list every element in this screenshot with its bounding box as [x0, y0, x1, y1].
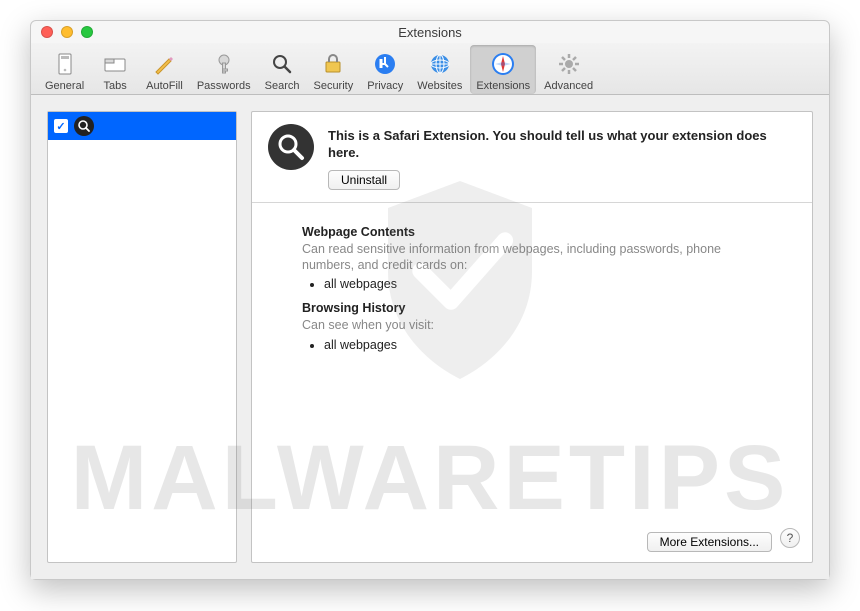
passwords-icon [209, 49, 239, 79]
tab-label: Tabs [104, 80, 127, 92]
tab-advanced[interactable]: Advanced [538, 45, 599, 94]
security-icon [318, 49, 348, 79]
advanced-icon [554, 49, 584, 79]
preferences-window: Extensions General Tabs AutoFill Passwor… [30, 20, 830, 580]
titlebar: Extensions [31, 21, 829, 43]
tab-label: Search [265, 80, 300, 92]
detail-footer: More Extensions... ? [647, 524, 800, 552]
extension-list-item[interactable]: ✓ [48, 112, 236, 140]
tab-label: Privacy [367, 80, 403, 92]
browsing-history-subtext: Can see when you visit: [302, 317, 762, 333]
webpage-contents-heading: Webpage Contents [302, 225, 762, 239]
tab-label: Security [313, 80, 353, 92]
zoom-icon[interactable] [81, 26, 93, 38]
tab-label: Advanced [544, 80, 593, 92]
preferences-toolbar: General Tabs AutoFill Passwords Search [31, 43, 829, 95]
extensions-sidebar: ✓ [47, 111, 237, 563]
window-title: Extensions [31, 25, 829, 40]
content-area: ✓ This is a Safari Extension. You should… [31, 95, 829, 579]
browsing-history-heading: Browsing History [302, 301, 762, 315]
permission-item: all webpages [324, 277, 762, 291]
general-icon [50, 49, 80, 79]
tab-privacy[interactable]: Privacy [361, 45, 409, 94]
tab-autofill[interactable]: AutoFill [140, 45, 189, 94]
extension-description: This is a Safari Extension. You should t… [328, 128, 796, 162]
detail-header: This is a Safari Extension. You should t… [252, 112, 812, 203]
tab-tabs[interactable]: Tabs [92, 45, 138, 94]
tab-label: Passwords [197, 80, 251, 92]
uninstall-button[interactable]: Uninstall [328, 170, 400, 190]
tab-extensions[interactable]: Extensions [470, 45, 536, 94]
more-extensions-button[interactable]: More Extensions... [647, 532, 772, 552]
webpage-contents-subtext: Can read sensitive information from webp… [302, 241, 762, 274]
tab-security[interactable]: Security [307, 45, 359, 94]
websites-icon [425, 49, 455, 79]
tab-label: AutoFill [146, 80, 183, 92]
minimize-icon[interactable] [61, 26, 73, 38]
magnifier-icon [268, 124, 314, 170]
traffic-lights [41, 26, 93, 38]
extension-detail-panel: This is a Safari Extension. You should t… [251, 111, 813, 563]
privacy-icon [370, 49, 400, 79]
magnifier-icon [74, 116, 94, 136]
tab-websites[interactable]: Websites [411, 45, 468, 94]
tab-label: Extensions [476, 80, 530, 92]
tab-general[interactable]: General [39, 45, 90, 94]
tab-search[interactable]: Search [259, 45, 306, 94]
tabs-icon [100, 49, 130, 79]
permissions-section: Webpage Contents Can read sensitive info… [252, 203, 812, 378]
extensions-icon [488, 49, 518, 79]
help-button[interactable]: ? [780, 528, 800, 548]
search-icon [267, 49, 297, 79]
close-icon[interactable] [41, 26, 53, 38]
permission-item: all webpages [324, 338, 762, 352]
tab-passwords[interactable]: Passwords [191, 45, 257, 94]
tab-label: General [45, 80, 84, 92]
autofill-icon [149, 49, 179, 79]
extension-enable-checkbox[interactable]: ✓ [54, 119, 68, 133]
tab-label: Websites [417, 80, 462, 92]
